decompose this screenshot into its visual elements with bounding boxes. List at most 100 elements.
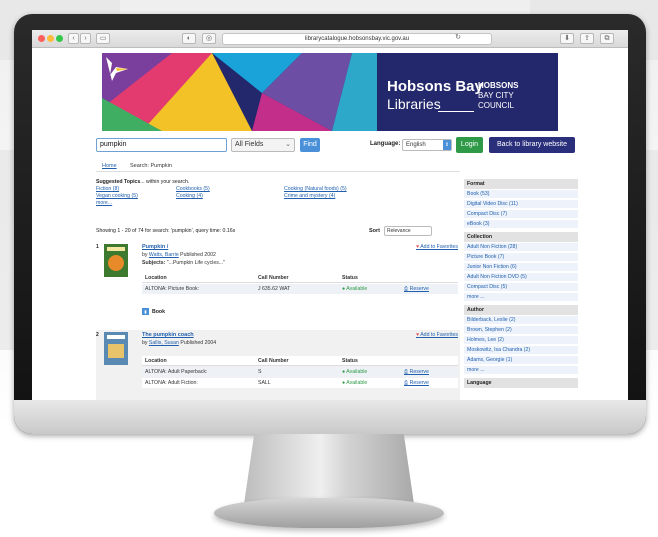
share-icon[interactable]: ⇪: [580, 33, 594, 44]
facet-item[interactable]: Compact Disc (5): [464, 283, 578, 292]
result-subjects: Subjects: "...Pumpkin Life cycles...": [142, 260, 225, 266]
holdings-row: ALTONA: Adult Fiction: SALL ● Available …: [142, 378, 458, 388]
add-to-favorites-link[interactable]: ♥ Add to Favorites: [416, 244, 458, 250]
book-cover-image[interactable]: [104, 332, 128, 365]
result-number: 1: [96, 244, 99, 250]
search-scope-select[interactable]: All Fields ⌄: [231, 138, 295, 152]
facet-item[interactable]: Brown, Stephen (2): [464, 326, 578, 335]
format-label: ▮ Book: [142, 308, 165, 315]
search-input[interactable]: pumpkin: [96, 138, 227, 152]
facet-item[interactable]: Adams, Georgie (1): [464, 356, 578, 365]
author-link[interactable]: Sallis, Susan: [149, 340, 179, 346]
tabs-icon[interactable]: ⧉: [600, 33, 614, 44]
facet-item[interactable]: Adult Non Fiction DVD (5): [464, 273, 578, 282]
breadcrumb-home-link[interactable]: Home: [102, 163, 117, 169]
background-panel: [646, 150, 658, 350]
reload-icon[interactable]: ↻: [454, 33, 462, 44]
result-byline: by Watts, Barrie Published 2002: [142, 252, 216, 258]
pelican-logo-icon: [106, 57, 128, 81]
brand-subtitle: Libraries: [387, 96, 441, 112]
facet-more-link[interactable]: more ...: [464, 293, 578, 302]
holdings-row: ALTONA: Picture Book: J 635.62 WAT ● Ava…: [142, 284, 458, 294]
monitor-stand-neck: [244, 434, 414, 504]
facet-item[interactable]: Digital Video Disc (11): [464, 200, 578, 209]
availability-status: ● Available: [342, 369, 368, 375]
topic-link[interactable]: Crime and mystery (4): [284, 193, 335, 199]
holdings-row: ALTONA: Adult Paperback: S ● Available ⎙…: [142, 367, 458, 377]
facet-item[interactable]: Bilderback, Leslie (2): [464, 316, 578, 325]
sort-select[interactable]: Relevance: [384, 226, 432, 236]
reserve-link[interactable]: ⎙ Reserve: [404, 380, 429, 387]
sidebar-icon[interactable]: ▭: [96, 33, 110, 44]
language-value: English: [406, 142, 426, 148]
back-icon[interactable]: ‹: [68, 33, 79, 44]
book-format-icon: ▮: [142, 308, 149, 315]
forward-icon[interactable]: ›: [80, 33, 91, 44]
facet-more-link[interactable]: more ...: [464, 366, 578, 375]
facet-item[interactable]: Moskowitz, Isa Chandra (2): [464, 346, 578, 355]
extension-icon[interactable]: ◎: [202, 33, 216, 44]
screen: ‹ › ▭ ◐ ◎ librarycatalogue.hobsonsbay.vi…: [32, 30, 628, 400]
close-window-button[interactable]: [38, 35, 45, 42]
browser-toolbar: ‹ › ▭ ◐ ◎ librarycatalogue.hobsonsbay.vi…: [32, 30, 628, 48]
facet-heading-language: Language: [464, 378, 578, 388]
availability-status: ● Available: [342, 286, 368, 292]
monitor-chin: [14, 400, 646, 434]
council-name-line: COUNCIL: [478, 101, 515, 110]
suggested-topics-heading: Suggested Topics... within your search.: [96, 179, 190, 185]
book-cover-image[interactable]: [104, 244, 128, 277]
result-byline: by Sallis, Susan Published 2004: [142, 340, 217, 346]
download-icon[interactable]: ⬇: [560, 33, 574, 44]
add-to-favorites-link[interactable]: ♥ Add to Favorites: [416, 332, 458, 338]
topic-link[interactable]: Fiction (8): [96, 186, 119, 192]
privacy-icon[interactable]: ◐: [182, 33, 196, 44]
background-panel: [0, 150, 14, 350]
result-number: 2: [96, 332, 99, 338]
author-link[interactable]: Watts, Barrie: [149, 252, 179, 258]
language-select[interactable]: English ⇕: [402, 139, 452, 151]
facet-item[interactable]: Holmes, Lee (2): [464, 336, 578, 345]
facet-heading-collection: Collection: [464, 232, 578, 242]
address-bar[interactable]: librarycatalogue.hobsonsbay.vic.gov.au: [222, 33, 492, 45]
result-item: 1 Pumpkin / by Watts, Barrie Published 2…: [96, 242, 460, 326]
chevron-down-icon: ⌄: [285, 141, 291, 148]
language-label: Language:: [370, 141, 401, 147]
facet-item[interactable]: Compact Disc (7): [464, 210, 578, 219]
result-item: 2 The pumpkin coach by Sallis, Susan Pub…: [96, 330, 460, 400]
reserve-link[interactable]: ⎙ Reserve: [404, 369, 429, 376]
holdings-header-row: Location Call Number Status: [142, 356, 458, 366]
topic-link[interactable]: Vegan cooking (5): [96, 193, 138, 199]
library-banner[interactable]: Hobsons Bay Libraries HOBSONS BAY CITY C…: [102, 53, 558, 131]
topic-link[interactable]: Cooking (4): [176, 193, 203, 199]
find-button[interactable]: Find: [300, 138, 320, 152]
login-button[interactable]: Login: [456, 137, 483, 153]
facet-item[interactable]: eBook (3): [464, 220, 578, 229]
council-name-line: BAY CITY: [478, 91, 514, 100]
monitor-stand-base: [214, 498, 444, 528]
back-to-library-button[interactable]: Back to library website: [489, 137, 575, 153]
breadcrumb: Home Search: Pumpkin: [96, 161, 460, 172]
brand-name: Hobsons Bay: [387, 78, 483, 95]
availability-status: ● Available: [342, 380, 368, 386]
brand-divider: [438, 111, 474, 112]
council-name-line: HOBSONS: [478, 81, 519, 90]
facet-heading-format: Format: [464, 179, 578, 189]
chevron-updown-icon: ⇕: [443, 140, 451, 150]
facet-item[interactable]: Junior Non Fiction (6): [464, 263, 578, 272]
result-title-link[interactable]: Pumpkin /: [142, 244, 168, 250]
result-title-link[interactable]: The pumpkin coach: [142, 332, 194, 338]
topic-link[interactable]: Cooking (Natural foods) (5): [284, 186, 347, 192]
facet-heading-author: Author: [464, 305, 578, 315]
topics-more-link[interactable]: more...: [96, 200, 112, 206]
results-summary: Showing 1 - 20 of 74 for search: 'pumpki…: [96, 228, 236, 234]
minimize-window-button[interactable]: [47, 35, 54, 42]
facets-sidebar: Format Book (53) Digital Video Disc (11)…: [464, 179, 578, 400]
facet-item[interactable]: Adult Non Fiction (28): [464, 243, 578, 252]
search-scope-value: All Fields: [235, 141, 264, 148]
zoom-window-button[interactable]: [56, 35, 63, 42]
sort-label: Sort: [369, 228, 380, 234]
facet-item[interactable]: Picture Book (7): [464, 253, 578, 262]
topic-link[interactable]: Cookbooks (5): [176, 186, 210, 192]
facet-item[interactable]: Book (53): [464, 190, 578, 199]
reserve-link[interactable]: ⎙ Reserve: [404, 286, 429, 293]
